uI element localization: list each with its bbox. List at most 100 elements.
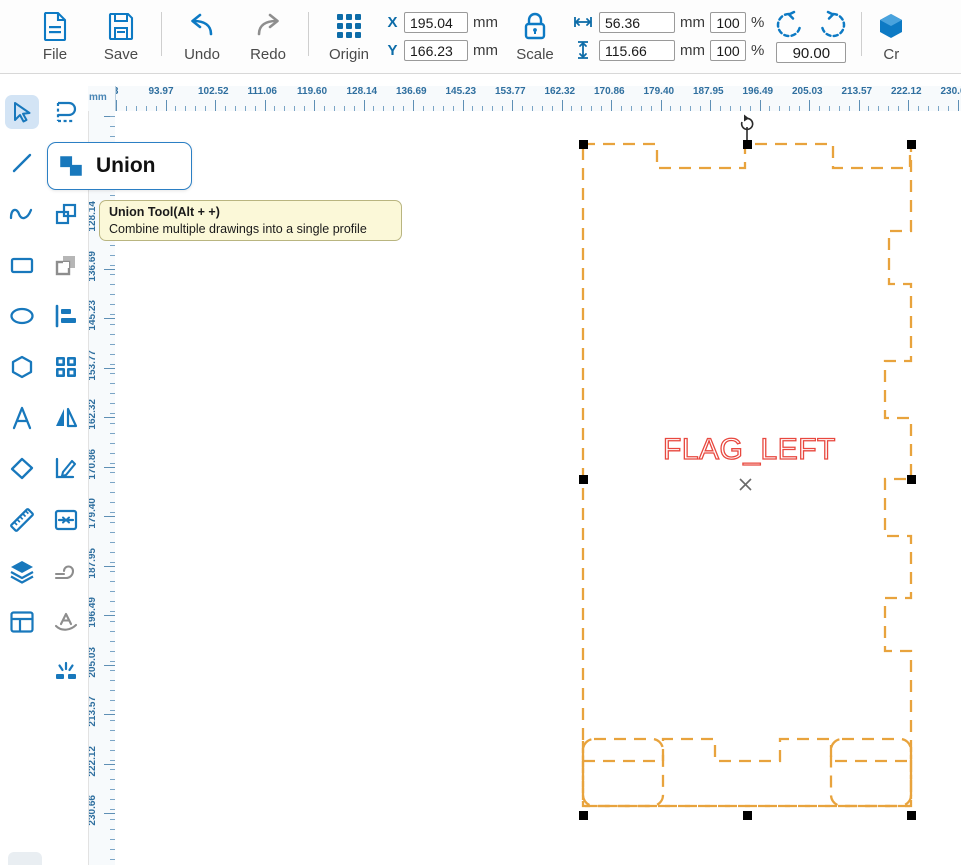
height-percent-symbol: % <box>751 42 764 59</box>
subtract-tool[interactable] <box>44 188 88 239</box>
top-toolbar: File Save Undo <box>0 0 961 74</box>
align-left-icon <box>49 299 83 333</box>
origin-grid-icon <box>334 9 364 43</box>
horizontal-ruler[interactable]: 5.4393.97102.52111.06119.60128.14136.691… <box>88 86 961 112</box>
x-input[interactable]: 195.04 <box>404 12 468 33</box>
y-unit-label: mm <box>473 42 498 59</box>
rotation-buttons <box>774 10 848 40</box>
hruler-label: 128.14 <box>347 86 378 97</box>
handle-bottom-left[interactable] <box>579 811 588 820</box>
vruler-label: 187.95 <box>88 548 98 579</box>
hruler-tick <box>166 100 167 111</box>
height-input[interactable]: 115.66 <box>599 40 675 61</box>
save-button[interactable]: Save <box>88 0 154 72</box>
flag-left-text[interactable]: FLAG_LEFT <box>663 433 836 466</box>
hruler-tick <box>908 100 909 111</box>
rectangle-icon <box>5 248 39 282</box>
align-tool[interactable] <box>44 290 88 341</box>
vruler-tick <box>104 417 115 418</box>
file-icon <box>41 9 69 43</box>
app-root: File Save Undo <box>0 0 961 865</box>
tool-palette <box>0 86 89 865</box>
width-unit-label: mm <box>680 14 705 31</box>
rotate-handle-icon[interactable] <box>742 115 753 145</box>
position-fields: X 195.04 mm Y 166.23 mm <box>382 0 502 72</box>
hruler-label: 102.52 <box>198 86 229 97</box>
selection-handles[interactable] <box>579 140 916 820</box>
handle-middle-right[interactable] <box>907 475 916 484</box>
layers-tool[interactable] <box>0 545 44 596</box>
width-percent-input[interactable]: 100 <box>710 12 746 33</box>
tooltip-title: Union Tool(Alt + +) <box>109 204 394 221</box>
height-percent-input[interactable]: 100 <box>710 40 746 61</box>
vruler-tick <box>104 368 115 369</box>
rectangle-tool[interactable] <box>0 239 44 290</box>
measure-tool[interactable] <box>0 494 44 545</box>
layout-tool[interactable] <box>0 596 44 647</box>
x-unit-label: mm <box>473 14 498 31</box>
bottom-left-stub[interactable] <box>8 852 42 865</box>
text-tool[interactable] <box>0 392 44 443</box>
curve-tool[interactable] <box>0 188 44 239</box>
line-tool[interactable] <box>0 137 44 188</box>
eraser-tool[interactable] <box>0 443 44 494</box>
cursor-arrow-icon <box>5 95 39 129</box>
arc-text-icon <box>49 605 83 639</box>
vruler-label: 213.57 <box>88 696 98 727</box>
polygon-tool[interactable] <box>0 341 44 392</box>
file-button[interactable]: File <box>22 0 88 72</box>
hruler-tick <box>710 100 711 111</box>
position-x-row: X 195.04 mm <box>386 11 498 34</box>
rotate-cw-icon[interactable] <box>818 10 848 40</box>
hruler-label: 179.40 <box>644 86 675 97</box>
vruler-label: 153.77 <box>88 350 98 381</box>
rotate-ccw-icon[interactable] <box>774 10 804 40</box>
handle-top-right[interactable] <box>907 140 916 149</box>
handle-top-center[interactable] <box>743 140 752 149</box>
hruler-tick <box>760 100 761 111</box>
hruler-tick <box>314 100 315 111</box>
bottom-notch-path <box>583 739 911 761</box>
mirror-tool[interactable] <box>44 392 88 443</box>
hruler-label: 187.95 <box>693 86 724 97</box>
handle-middle-left[interactable] <box>579 475 588 484</box>
intersect-tool[interactable] <box>44 239 88 290</box>
rotation-input[interactable]: 90.00 <box>776 42 846 63</box>
fillet-tool[interactable] <box>44 545 88 596</box>
handle-top-left[interactable] <box>579 140 588 149</box>
cube-icon <box>877 9 905 43</box>
ruler-icon <box>5 503 39 537</box>
arc-text-tool[interactable] <box>44 596 88 647</box>
hruler-label: 119.60 <box>297 86 327 97</box>
toolbar-divider-1 <box>161 12 162 56</box>
distribute-tool[interactable] <box>44 494 88 545</box>
ellipse-tool[interactable] <box>0 290 44 341</box>
create-button[interactable]: Cr <box>869 0 913 72</box>
bottom-tab-helper <box>205 749 593 811</box>
scale-lock-button[interactable]: Scale <box>502 0 568 72</box>
offset-tool[interactable] <box>44 443 88 494</box>
handle-bottom-right[interactable] <box>907 811 916 820</box>
width-input[interactable]: 56.36 <box>599 12 675 33</box>
y-label: Y <box>386 42 399 59</box>
flag-left-profile[interactable] <box>200 144 911 811</box>
undo-button[interactable]: Undo <box>169 0 235 72</box>
hruler-label: 230.6 <box>941 86 961 97</box>
hruler-tick <box>809 100 810 111</box>
node-edit-tool[interactable] <box>44 86 88 137</box>
toolbar-divider-3 <box>861 12 862 56</box>
hruler-tick <box>116 100 117 111</box>
handle-bottom-center[interactable] <box>743 811 752 820</box>
redo-icon <box>251 9 285 43</box>
rotation-group: 90.00 <box>768 0 854 72</box>
select-tool[interactable] <box>0 86 44 137</box>
burn-tool[interactable] <box>44 647 88 698</box>
grid-squares-icon <box>49 350 83 384</box>
mirror-icon <box>49 401 83 435</box>
origin-button[interactable]: Origin <box>316 0 382 72</box>
y-input[interactable]: 166.23 <box>404 40 468 61</box>
redo-button[interactable]: Redo <box>235 0 301 72</box>
group-tool[interactable] <box>44 341 88 392</box>
hruler-tick <box>562 100 563 111</box>
union-flyout-panel[interactable]: Union <box>47 142 192 190</box>
